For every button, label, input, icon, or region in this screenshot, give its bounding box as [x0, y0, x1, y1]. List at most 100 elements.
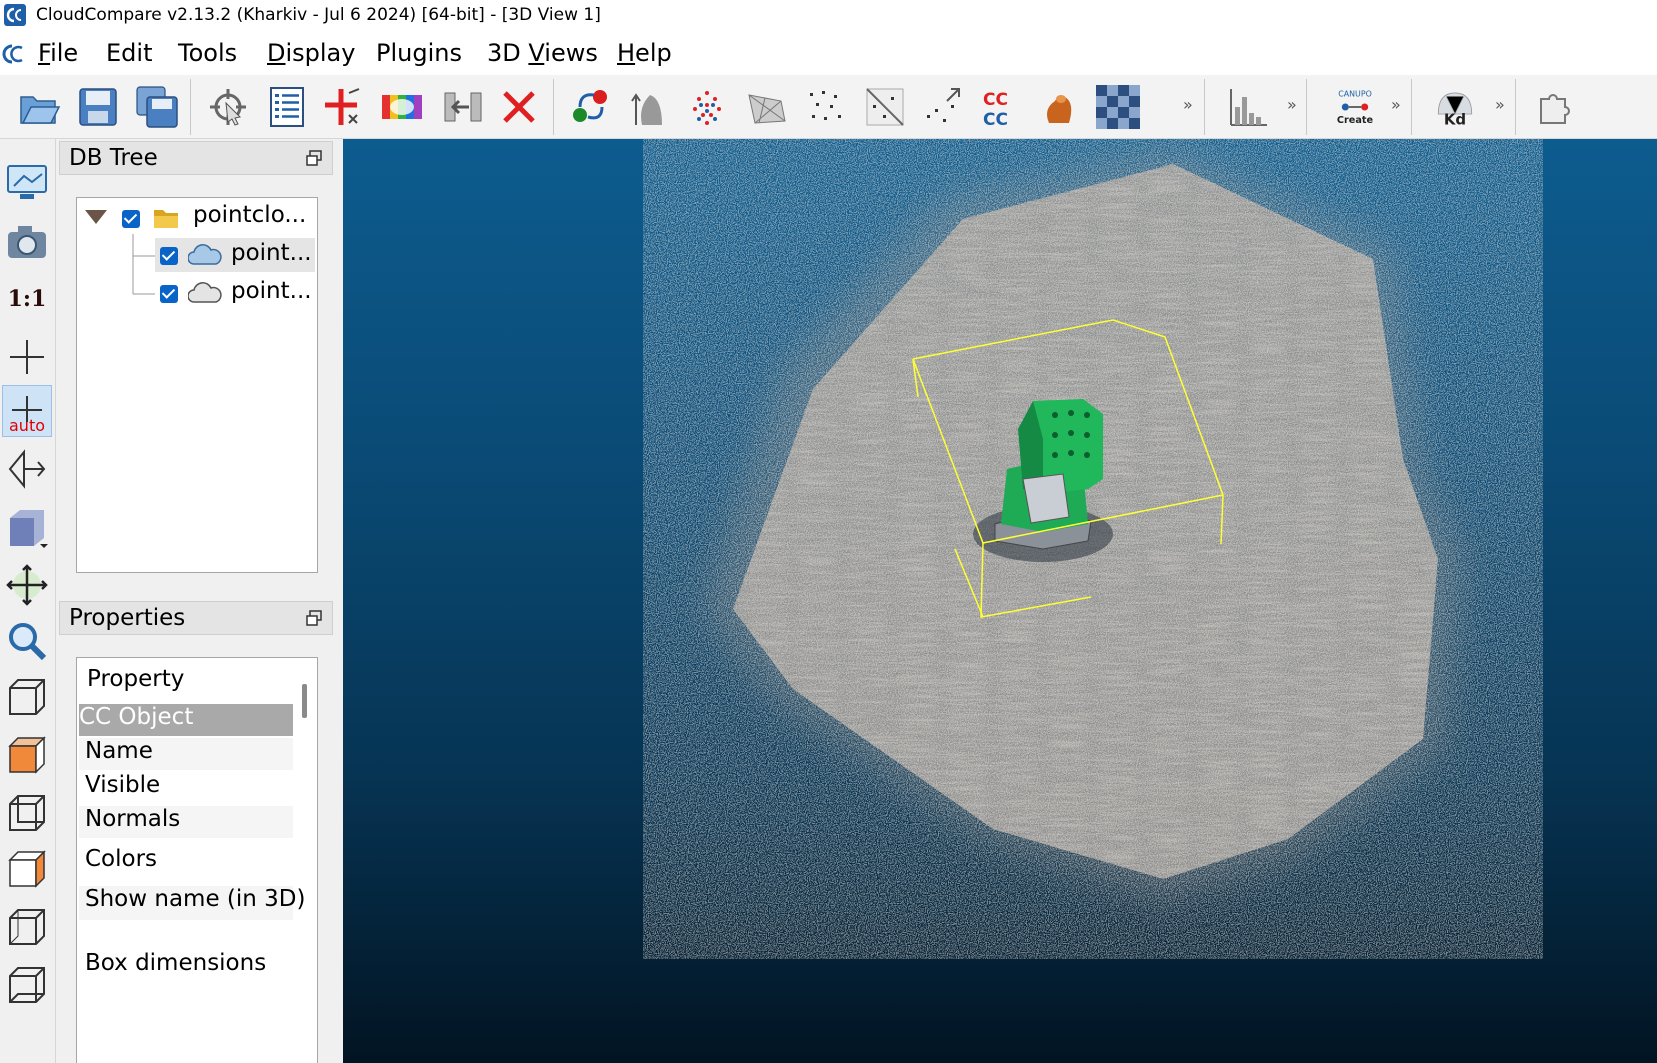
- canupo-sub-label: Create: [1337, 115, 1374, 126]
- fullscreen-button[interactable]: [2, 157, 52, 209]
- cube-view-icon: [10, 510, 48, 548]
- auto-label: auto: [9, 416, 46, 435]
- list-button[interactable]: [264, 84, 310, 130]
- tree-item-root-checkbox[interactable]: [122, 210, 140, 228]
- add-point-button[interactable]: [320, 84, 366, 130]
- histogram-icon: [1230, 89, 1267, 126]
- cube-back-icon: [9, 795, 45, 831]
- menu-file[interactable]: File: [38, 39, 78, 67]
- property-name[interactable]: Name: [79, 738, 293, 770]
- menu-help[interactable]: Help: [617, 39, 672, 67]
- db-tree-title: DB Tree: [69, 145, 158, 171]
- menu-edit[interactable]: Edit: [106, 39, 152, 67]
- checker-button[interactable]: [1095, 84, 1141, 130]
- normals-button[interactable]: [627, 84, 673, 130]
- view-back-button[interactable]: [2, 787, 52, 839]
- mesh-icon: [748, 94, 786, 124]
- view-front-button[interactable]: [2, 671, 52, 723]
- zoom-1to1-button[interactable]: 1:1: [2, 273, 52, 325]
- shader-button[interactable]: [1036, 84, 1082, 130]
- tree-item-cloud-1[interactable]: point...: [155, 238, 315, 272]
- app-menu-icon[interactable]: [0, 42, 24, 66]
- tree-item-cloud-2[interactable]: point...: [155, 276, 315, 310]
- list-icon: [270, 87, 304, 127]
- float-panel-icon[interactable]: [306, 610, 322, 626]
- canupo-icon: CANUPO Create: [1337, 89, 1374, 126]
- properties-table: Property CC Object Name Visible Normals …: [76, 657, 318, 1063]
- segment-button[interactable]: [862, 84, 908, 130]
- pan-button[interactable]: [2, 559, 52, 611]
- 3d-view[interactable]: [343, 139, 1657, 1063]
- cloud-icon: [188, 244, 222, 265]
- main-toolbar: CC CC » » CANUPO Create » Kd »: [0, 75, 1657, 139]
- menu-bar: File Edit Tools Display Plugins 3D Views…: [0, 33, 1657, 75]
- canupo-button[interactable]: CANUPO Create: [1330, 84, 1380, 130]
- canupo-label: CANUPO: [1338, 89, 1372, 98]
- view-cube-button[interactable]: [2, 501, 52, 553]
- property-normals[interactable]: Normals: [79, 806, 293, 838]
- color-button[interactable]: [379, 84, 425, 130]
- point-cloud-render: [643, 139, 1543, 959]
- menu-tools[interactable]: Tools: [178, 39, 237, 67]
- float-panel-icon[interactable]: [306, 150, 322, 166]
- mesh-button[interactable]: [744, 84, 790, 130]
- toolbar-overflow-chevron-2[interactable]: »: [1287, 95, 1297, 114]
- menu-3d-views[interactable]: 3D Views: [487, 39, 598, 67]
- menu-display[interactable]: Display: [267, 39, 355, 67]
- set-pivot-button[interactable]: [2, 331, 52, 383]
- checker-icon: [1096, 85, 1140, 129]
- crosshair-icon: [10, 340, 44, 374]
- tree-item-cloud-1-checkbox[interactable]: [160, 247, 178, 265]
- property-visible[interactable]: Visible: [79, 772, 293, 804]
- noise-icon: [927, 88, 960, 122]
- property-box-dimensions[interactable]: Box dimensions: [79, 950, 293, 984]
- toolbar-overflow-chevron[interactable]: »: [1183, 95, 1193, 114]
- tree-item-cloud-2-checkbox[interactable]: [160, 285, 178, 303]
- property-show-name[interactable]: Show name (in 3D): [79, 886, 305, 920]
- noise-button[interactable]: [920, 84, 966, 130]
- subsample-button[interactable]: [803, 84, 849, 130]
- sample-button[interactable]: [684, 84, 730, 130]
- property-colors[interactable]: Colors: [79, 846, 293, 880]
- property-group-cc-object[interactable]: CC Object: [79, 704, 293, 736]
- open-button[interactable]: [16, 84, 62, 130]
- svg-text:CC: CC: [983, 110, 1008, 129]
- view-bottom-button[interactable]: [2, 959, 52, 1011]
- view-right-button[interactable]: [2, 901, 52, 953]
- kd-tree-button[interactable]: Kd: [1430, 84, 1480, 130]
- toolbar-overflow-chevron-3[interactable]: »: [1391, 95, 1401, 114]
- screenshot-button[interactable]: [2, 217, 52, 269]
- monitor-icon: [7, 165, 47, 199]
- plugin-button[interactable]: [1530, 84, 1576, 130]
- expand-arrow-icon[interactable]: [85, 210, 107, 224]
- kd-label: Kd: [1444, 111, 1466, 129]
- histogram-button[interactable]: [1226, 84, 1272, 130]
- db-tree: pointclo... point... point...: [76, 197, 318, 573]
- zoom-button[interactable]: [2, 615, 52, 667]
- cc-compare-button[interactable]: CC CC: [978, 84, 1024, 130]
- cube-bottom-icon: [9, 967, 45, 1003]
- plugin-icon: [1540, 94, 1570, 124]
- one-to-one-label: 1:1: [7, 286, 47, 312]
- merge-button[interactable]: [440, 84, 486, 130]
- toolbar-overflow-chevron-4[interactable]: »: [1495, 95, 1505, 114]
- kd-tree-icon: Kd: [1437, 92, 1473, 129]
- perspective-button[interactable]: [2, 443, 52, 495]
- open-folder-icon: [20, 96, 61, 124]
- color-icon: [382, 95, 422, 119]
- view-left-button[interactable]: [2, 843, 52, 895]
- cube-top-icon: [8, 736, 46, 774]
- view-top-button[interactable]: [2, 729, 52, 781]
- save-button[interactable]: [75, 84, 121, 130]
- save-all-button[interactable]: [134, 84, 180, 130]
- pick-button[interactable]: [205, 84, 251, 130]
- delete-button[interactable]: [496, 84, 542, 130]
- cube-right-icon: [9, 909, 45, 945]
- menu-plugins[interactable]: Plugins: [376, 39, 462, 67]
- property-column-header[interactable]: Property: [79, 666, 293, 692]
- properties-scrollbar[interactable]: [302, 684, 307, 718]
- register-button[interactable]: [567, 84, 613, 130]
- tree-item-root[interactable]: pointclo...: [77, 200, 317, 234]
- auto-pivot-button[interactable]: auto: [2, 385, 52, 437]
- delete-icon: [503, 91, 535, 123]
